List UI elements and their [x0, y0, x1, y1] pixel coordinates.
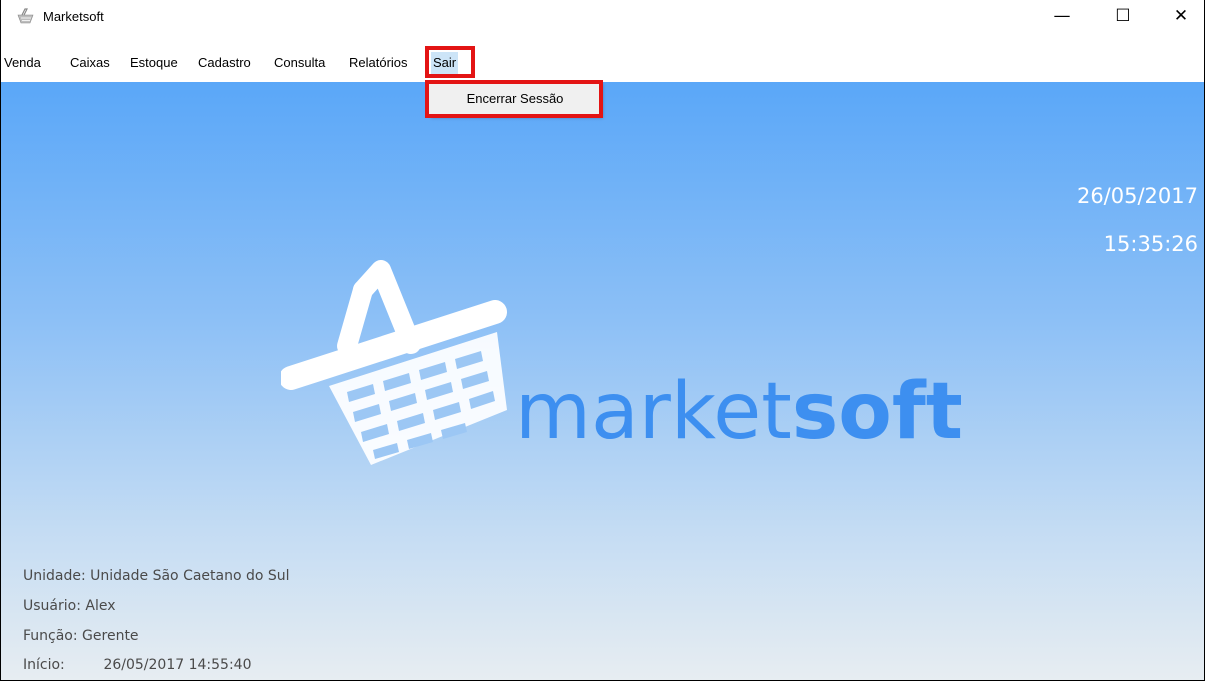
usuario-label: Usuário:	[23, 598, 81, 614]
menu-sair[interactable]: Sair	[431, 52, 459, 74]
info-unidade: Unidade: Unidade São Caetano do Sul	[23, 568, 290, 584]
menu-cadastro[interactable]: Cadastro	[196, 52, 253, 74]
close-button[interactable]: ✕	[1158, 0, 1204, 32]
inicio-value: 26/05/2017 14:55:40	[103, 657, 252, 673]
funcao-value: Gerente	[82, 628, 139, 644]
window-title: Marketsoft	[43, 9, 104, 24]
funcao-label: Função:	[23, 628, 78, 644]
info-usuario: Usuário: Alex	[23, 598, 116, 614]
shopping-basket-icon	[281, 260, 507, 465]
maximize-button[interactable]: ☐	[1100, 0, 1146, 32]
menu-relatorios[interactable]: Relatórios	[347, 52, 410, 74]
basket-app-icon	[17, 8, 34, 24]
menu-item-encerrar-sessao[interactable]: Encerrar Sessão	[433, 86, 597, 112]
usuario-value: Alex	[85, 598, 116, 614]
minimize-button[interactable]: —	[1039, 0, 1085, 32]
logo-text-light: market	[515, 367, 792, 457]
menu-estoque[interactable]: Estoque	[128, 52, 180, 74]
info-inicio: Início: 26/05/2017 14:55:40	[23, 657, 251, 673]
logo-text-bold: soft	[792, 367, 961, 457]
menu-caixas[interactable]: Caixas	[68, 52, 112, 74]
unidade-label: Unidade:	[23, 568, 86, 584]
info-funcao: Função: Gerente	[23, 628, 139, 644]
menu-bar: Venda Caixas Estoque Cadastro Consulta R…	[1, 52, 1204, 74]
inicio-label: Início:	[23, 657, 65, 673]
app-window: Marketsoft — ☐ ✕ Venda Caixas Estoque Ca…	[0, 0, 1205, 681]
svg-text:marketsoft: marketsoft	[515, 367, 961, 457]
marketsoft-logo: marketsoft	[281, 260, 961, 465]
current-date: 26/05/2017	[1076, 184, 1198, 208]
unidade-value: Unidade São Caetano do Sul	[90, 568, 290, 584]
main-area: 26/05/2017 15:35:26 marketsoft Unidade: …	[1, 82, 1204, 680]
current-time: 15:35:26	[1103, 232, 1198, 256]
menu-consulta[interactable]: Consulta	[272, 52, 327, 74]
sair-dropdown-menu: Encerrar Sessão	[429, 82, 601, 116]
title-bar: Marketsoft — ☐ ✕	[1, 0, 1204, 34]
menu-venda[interactable]: Venda	[2, 52, 43, 74]
